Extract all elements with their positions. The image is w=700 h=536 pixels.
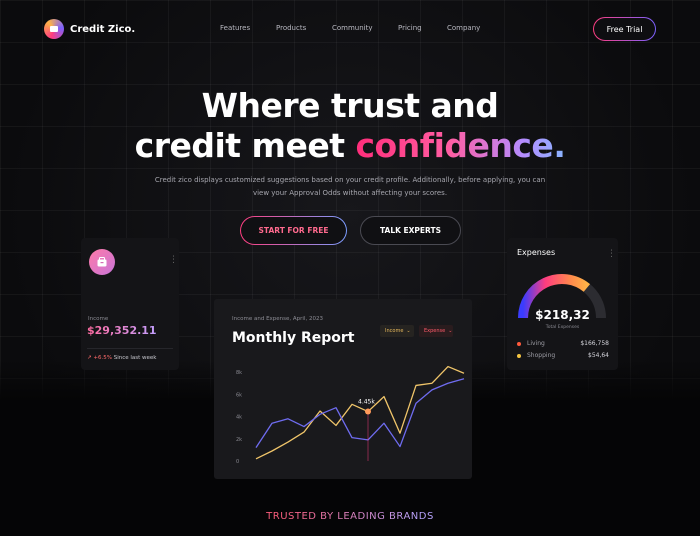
trend-text: Since last week <box>113 355 157 361</box>
hero-title-highlight: confidence. <box>355 126 566 165</box>
report-title: Monthly Report <box>232 330 355 346</box>
legend-dot <box>517 341 521 346</box>
nav-link-company[interactable]: Company <box>447 24 480 32</box>
nav-link-features[interactable]: Features <box>220 24 250 32</box>
hero-title-prefix: credit meet <box>134 126 345 165</box>
nav-link-pricing[interactable]: Pricing <box>398 24 422 32</box>
series-line-expense <box>255 378 465 449</box>
expense-filter-label: Expense <box>424 328 446 334</box>
income-value: $29,352.11 <box>87 324 157 337</box>
income-trend: ↗ +6.5% Since last week <box>87 355 156 361</box>
series-line-income <box>255 365 465 460</box>
legend-dot <box>517 353 521 358</box>
trend-up-icon: ↗ <box>87 355 92 361</box>
income-card: ⋮ Income $29,352.11 ↗ +6.5% Since last w… <box>81 238 179 370</box>
more-options-icon[interactable]: ⋮ <box>169 256 178 265</box>
expenses-card: Expenses ⋮ $218,32 Total Expenses Living… <box>507 238 618 370</box>
expense-label: Shopping <box>527 352 556 359</box>
divider <box>87 348 173 349</box>
chevron-down-icon: ⌄ <box>448 328 453 334</box>
expense-row-shopping[interactable]: Shopping $54,64 <box>517 352 609 359</box>
monthly-report-card: Income and Expense, April, 2023 Monthly … <box>214 299 472 479</box>
hero-title-line2: credit meet confidence. <box>0 126 700 165</box>
y-tick-label: 8k <box>236 370 242 376</box>
expense-amount: $54,64 <box>588 352 609 359</box>
start-for-free-button[interactable]: START FOR FREE <box>240 216 347 245</box>
y-tick-label: 0 <box>236 459 239 465</box>
chart-tooltip: 4.45k <box>358 399 375 406</box>
income-filter-dropdown[interactable]: Income ⌄ <box>380 325 414 337</box>
hero-subtitle: Credit zico displays customized suggesti… <box>154 176 546 197</box>
expense-row-living[interactable]: Living $166,758 <box>517 340 609 347</box>
trusted-by-heading: TRUSTED BY LEADING BRANDS <box>0 511 700 522</box>
expenses-total-label: Total Expenses <box>545 325 580 330</box>
expenses-total: $218,32 <box>535 308 590 322</box>
chevron-down-icon: ⌄ <box>406 328 411 334</box>
y-tick-label: 2k <box>236 437 242 443</box>
income-label: Income <box>88 316 109 322</box>
talk-experts-button[interactable]: TALK EXPERTS <box>360 216 461 245</box>
expense-label: Living <box>527 340 545 347</box>
report-subtitle: Income and Expense, April, 2023 <box>232 316 323 322</box>
nav-link-community[interactable]: Community <box>332 24 373 32</box>
brand-name: Credit Zico. <box>70 23 136 35</box>
brand-logo[interactable]: Credit Zico. <box>44 19 135 39</box>
monthly-report-chart: 0 2k 4k 6k 8k 4.45k <box>236 365 465 465</box>
free-trial-button[interactable]: Free Trial <box>593 17 656 41</box>
more-options-icon[interactable]: ⋮ <box>607 250 616 259</box>
expense-filter-dropdown[interactable]: Expense ⌄ <box>419 325 453 337</box>
wallet-icon <box>89 249 115 275</box>
income-filter-label: Income <box>385 328 404 334</box>
y-tick-label: 4k <box>236 415 242 421</box>
hover-point[interactable] <box>365 408 371 415</box>
nav-link-products[interactable]: Products <box>276 24 306 32</box>
trend-value: +6.5% <box>93 355 112 361</box>
top-nav: Credit Zico. Features Products Community… <box>0 0 700 58</box>
expense-amount: $166,758 <box>580 340 609 347</box>
y-tick-label: 6k <box>236 392 242 398</box>
hero-title-line1: Where trust and <box>201 86 499 125</box>
expenses-title: Expenses <box>517 248 556 257</box>
logo-icon <box>44 19 64 39</box>
